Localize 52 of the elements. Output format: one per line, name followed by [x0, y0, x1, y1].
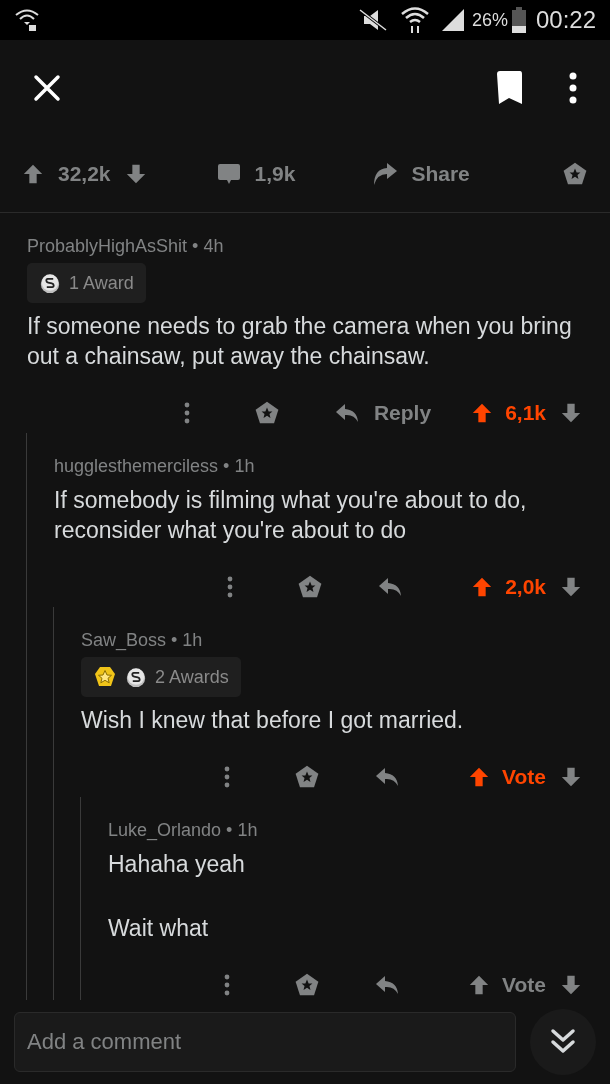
award-icon[interactable]: [562, 160, 588, 187]
vote-count: 6,1k: [505, 400, 546, 427]
upvote-icon[interactable]: [471, 576, 494, 598]
battery-percent: 26%: [471, 8, 508, 32]
upvote-icon[interactable]: [471, 402, 494, 424]
downvote-icon[interactable]: [560, 766, 582, 788]
upvote-icon[interactable]: [468, 974, 491, 996]
comment-meta[interactable]: Luke_Orlando • 1h: [108, 819, 610, 841]
reply-arrow-icon[interactable]: [374, 766, 401, 788]
more-icon[interactable]: [569, 71, 577, 104]
vote-count: Vote: [502, 764, 546, 791]
wifi-icon: [399, 6, 430, 34]
vote-count: Vote: [502, 972, 546, 999]
comment-meta[interactable]: Saw_Boss • 1h: [81, 629, 610, 651]
vote-count: 2,0k: [505, 574, 546, 601]
upvote-icon[interactable]: [468, 766, 491, 788]
coin-award-icon: [125, 666, 147, 688]
awards-badge[interactable]: 2 Awards: [81, 657, 241, 697]
comment-text: Wait what: [108, 914, 210, 943]
downvote-icon[interactable]: [560, 402, 582, 424]
star-medal-icon: [93, 665, 117, 689]
comment-icon: [216, 161, 241, 186]
close-icon[interactable]: [33, 73, 61, 102]
wifi-lock-icon: [14, 7, 40, 33]
downvote-icon[interactable]: [560, 974, 582, 996]
comment-text: If somebody is filming what you're about to do, reconsider what you're about to do: [54, 486, 528, 545]
award-icon[interactable]: [294, 764, 321, 790]
share-button[interactable]: Share: [371, 157, 470, 190]
comments-button[interactable]: 1,9k: [216, 157, 296, 190]
coin-award-icon: [39, 272, 61, 294]
awards-count: 1 Award: [69, 271, 134, 295]
comment-meta[interactable]: hugglesthemerciless • 1h: [54, 455, 610, 477]
upvote-icon[interactable]: [22, 162, 44, 185]
award-icon[interactable]: [294, 972, 321, 998]
reply-button[interactable]: Reply: [333, 397, 432, 429]
award-icon[interactable]: [253, 400, 280, 426]
comment-text: If someone needs to grab the camera when you bring out a chainsaw, put away the chainsaw.: [27, 312, 573, 371]
comment-meta[interactable]: ProbablyHighAsShit • 4h: [27, 235, 610, 257]
comment-text: Hahaha yeah: [108, 850, 246, 879]
comment-text: Wish I knew that before I got married.: [81, 706, 465, 735]
awards-count: 2 Awards: [155, 665, 229, 689]
downvote-icon[interactable]: [124, 162, 147, 185]
comment-input[interactable]: Add a comment: [14, 1012, 516, 1072]
downvote-icon[interactable]: [560, 576, 582, 598]
post-score: 32,2k: [58, 160, 111, 187]
reply-arrow-icon[interactable]: [377, 576, 404, 598]
bookmark-icon[interactable]: [495, 69, 523, 106]
clock: 00:22: [535, 5, 596, 35]
award-icon[interactable]: [297, 574, 324, 600]
battery-icon: [511, 7, 526, 33]
reply-arrow-icon[interactable]: [374, 974, 401, 996]
awards-badge[interactable]: 1 Award: [27, 263, 146, 303]
